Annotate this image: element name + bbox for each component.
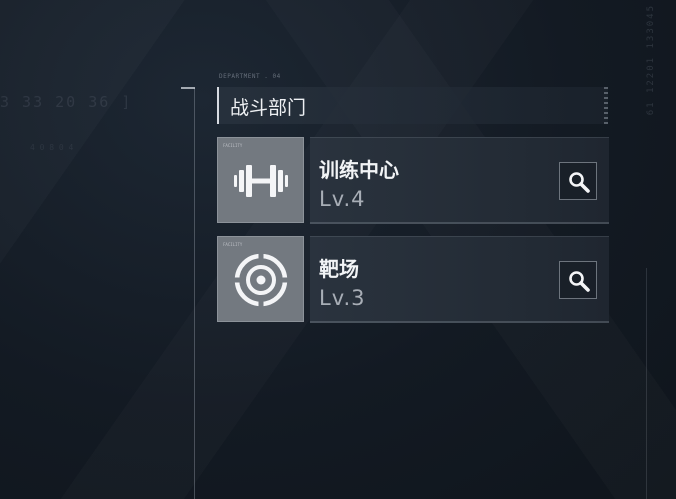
- left-rail-line: [194, 88, 195, 499]
- facility-tile-tag: FACILITY: [223, 143, 243, 148]
- facility-level: Lv.4: [319, 187, 366, 211]
- dumbbell-icon: [234, 165, 288, 197]
- target-icon: [234, 253, 288, 307]
- facility-icon-tile: FACILITY: [217, 137, 304, 223]
- left-rail-tick: [181, 87, 195, 89]
- department-header: 战斗部门: [217, 87, 608, 124]
- game-screen: 3 33 20 36 ] 4 0 8 0 4 61 12201 133045 D…: [0, 0, 676, 499]
- facility-tile-tag: FACILITY: [223, 242, 243, 247]
- background-numbers: 3 33 20 36 ]: [0, 93, 133, 111]
- facility-card-training-center[interactable]: FACILITY 训练中心 Lv.4: [217, 137, 609, 224]
- right-guide-line: [646, 268, 647, 499]
- inspect-button[interactable]: [559, 261, 597, 299]
- facility-icon-tile: FACILITY: [217, 236, 304, 322]
- facility-info-panel: 训练中心 Lv.4: [310, 137, 609, 224]
- inspect-button[interactable]: [559, 162, 597, 200]
- facility-info-panel: 靶场 Lv.3: [310, 236, 609, 323]
- department-caption: DEPARTMENT . 04: [219, 73, 281, 80]
- facility-card-shooting-range[interactable]: FACILITY 靶场 Lv.3: [217, 236, 609, 323]
- facility-level: Lv.3: [319, 286, 366, 310]
- search-icon: [569, 271, 590, 292]
- facility-name: 训练中心: [319, 158, 399, 182]
- department-title: 战斗部门: [230, 97, 307, 119]
- facility-name: 靶场: [319, 257, 359, 281]
- search-icon: [569, 172, 590, 193]
- background-subtext: 4 0 8 0 4: [30, 143, 74, 152]
- background-vertical-text: 61 12201 133045: [646, 4, 656, 116]
